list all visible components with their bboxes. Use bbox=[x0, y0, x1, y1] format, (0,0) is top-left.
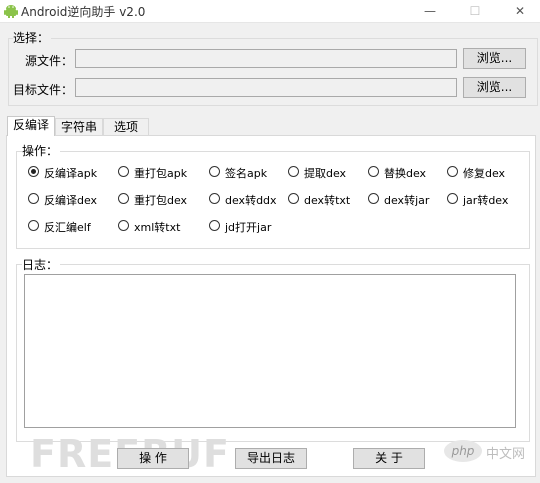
operate-button[interactable]: 操 作 bbox=[117, 448, 189, 469]
radio-button[interactable] bbox=[209, 166, 220, 177]
tab-decompile[interactable]: 反编译 bbox=[7, 116, 55, 136]
operation-option-label: xml转txt bbox=[134, 221, 181, 234]
log-group-label: 日志： bbox=[22, 256, 61, 273]
radio-button[interactable] bbox=[28, 166, 39, 177]
target-file-label: 目标文件： bbox=[13, 83, 74, 97]
operation-option-label: 签名apk bbox=[225, 167, 268, 180]
operation-option-label: 替换dex bbox=[384, 167, 427, 180]
radio-button[interactable] bbox=[118, 193, 129, 204]
source-file-input[interactable] bbox=[75, 49, 457, 68]
radio-button[interactable] bbox=[209, 220, 220, 231]
operation-option-label: 反汇编elf bbox=[44, 221, 91, 234]
android-icon bbox=[3, 3, 19, 19]
source-file-label: 源文件： bbox=[25, 54, 74, 68]
operation-option-label: dex转ddx bbox=[225, 194, 277, 207]
maximize-button[interactable]: ☐ bbox=[453, 0, 497, 22]
title-bar: Android逆向助手 v2.0 — ☐ ✕ bbox=[0, 0, 540, 23]
operation-option-label: jar转dex bbox=[463, 194, 509, 207]
radio-button[interactable] bbox=[368, 193, 379, 204]
log-textarea[interactable] bbox=[24, 274, 516, 428]
window-title: Android逆向助手 v2.0 bbox=[21, 5, 146, 19]
radio-button[interactable] bbox=[447, 166, 458, 177]
minimize-button[interactable]: — bbox=[408, 0, 452, 22]
operation-option-label: 重打包apk bbox=[134, 167, 188, 180]
source-browse-button[interactable]: 浏览... bbox=[463, 48, 526, 69]
about-button[interactable]: 关 于 bbox=[353, 448, 425, 469]
php-site-watermark: 中文网 bbox=[486, 447, 526, 462]
operation-option-label: 重打包dex bbox=[134, 194, 188, 207]
radio-button[interactable] bbox=[28, 220, 39, 231]
operation-option-label: 提取dex bbox=[304, 167, 347, 180]
radio-button[interactable] bbox=[118, 166, 129, 177]
operations-group-label: 操作： bbox=[22, 142, 61, 159]
target-browse-button[interactable]: 浏览... bbox=[463, 77, 526, 98]
target-file-input[interactable] bbox=[75, 78, 457, 97]
operation-option-label: dex转jar bbox=[384, 194, 430, 207]
operation-option-label: 反编译apk bbox=[44, 167, 98, 180]
radio-button[interactable] bbox=[288, 166, 299, 177]
radio-button[interactable] bbox=[288, 193, 299, 204]
radio-button[interactable] bbox=[447, 193, 458, 204]
radio-button[interactable] bbox=[118, 220, 129, 231]
close-button[interactable]: ✕ bbox=[498, 0, 540, 22]
export-log-button[interactable]: 导出日志 bbox=[235, 448, 307, 469]
operation-option-label: jd打开jar bbox=[225, 221, 272, 234]
radio-button[interactable] bbox=[209, 193, 220, 204]
tab-options[interactable]: 选项 bbox=[103, 118, 149, 136]
radio-button[interactable] bbox=[368, 166, 379, 177]
php-logo: php bbox=[444, 440, 482, 462]
operation-option-label: 反编译dex bbox=[44, 194, 98, 207]
operation-option-label: dex转txt bbox=[304, 194, 351, 207]
radio-button[interactable] bbox=[28, 193, 39, 204]
select-group-label: 选择： bbox=[13, 29, 52, 46]
tab-strings[interactable]: 字符串 bbox=[55, 118, 103, 136]
operation-option-label: 修复dex bbox=[463, 167, 506, 180]
